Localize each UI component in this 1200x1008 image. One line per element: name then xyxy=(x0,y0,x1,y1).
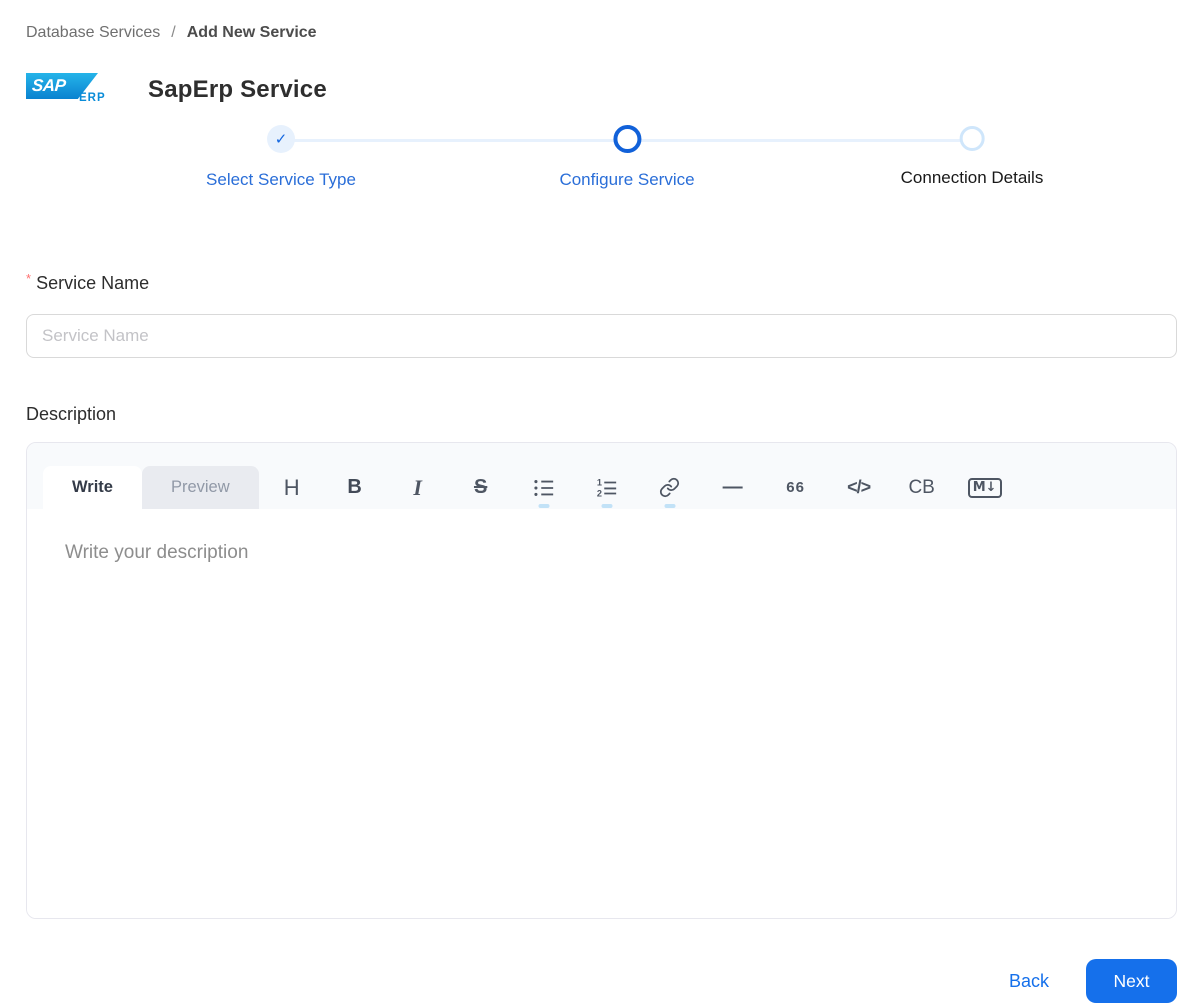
step-label-select-service-type: Select Service Type xyxy=(206,170,356,189)
step-label-connection-details: Connection Details xyxy=(900,168,1044,187)
step-pending-circle xyxy=(959,126,985,151)
tab-preview[interactable]: Preview xyxy=(141,466,259,509)
ordered-list-icon: 1 2 xyxy=(597,477,616,498)
editor-body xyxy=(27,509,1176,918)
step-label-configure-service: Configure Service xyxy=(559,170,695,189)
tab-write[interactable]: Write xyxy=(43,466,142,509)
step-configure-service: Configure Service xyxy=(559,125,695,190)
service-name-label-text: Service Name xyxy=(36,273,150,293)
heading-icon: H xyxy=(283,474,300,500)
page-title: SapErp Service xyxy=(148,76,327,103)
stepper: ✓ Select Service Type Configure Service … xyxy=(26,125,1177,221)
step-completed-circle: ✓ xyxy=(267,125,295,153)
service-name-label: * Service Name xyxy=(26,271,1177,294)
sap-logo-text: SAP xyxy=(31,76,67,95)
quote-icon: 66 xyxy=(786,479,805,496)
markdown-icon: M↓ xyxy=(967,477,1002,498)
next-button[interactable]: Next xyxy=(1086,959,1177,1003)
horizontal-rule-icon: — xyxy=(722,476,743,498)
bold-icon: B xyxy=(347,476,362,498)
sap-logo-erp-text: ERP xyxy=(79,92,106,104)
horizontal-rule-button[interactable]: — xyxy=(713,468,753,508)
inline-code-icon: </> xyxy=(847,477,871,497)
tooltip-artifact xyxy=(538,503,550,508)
description-textarea[interactable] xyxy=(27,509,1176,918)
breadcrumb-database-services[interactable]: Database Services xyxy=(26,24,160,42)
add-service-page: Database Services / Add New Service SAP … xyxy=(0,0,1200,1003)
service-name-input[interactable] xyxy=(26,314,1177,358)
ordered-list-button[interactable]: 1 2 xyxy=(587,468,627,508)
step-active-circle xyxy=(613,125,641,153)
check-icon: ✓ xyxy=(274,130,288,148)
editor-toolbar-bar: Write Preview H B I S 1 2 — 66 </> CB M↓ xyxy=(27,443,1176,509)
back-button[interactable]: Back xyxy=(1009,971,1049,992)
bullet-list-button[interactable] xyxy=(524,468,564,508)
bold-button[interactable]: B xyxy=(335,468,375,508)
markdown-button[interactable]: M↓ xyxy=(965,468,1005,508)
tooltip-artifact xyxy=(601,503,613,508)
step-select-service-type: ✓ Select Service Type xyxy=(206,125,356,190)
breadcrumb-separator: / xyxy=(171,24,176,41)
link-button[interactable] xyxy=(650,468,690,508)
italic-icon: I xyxy=(413,474,422,500)
svg-text:1: 1 xyxy=(597,477,602,487)
inline-code-button[interactable]: </> xyxy=(839,468,879,508)
editor-toolbar: H B I S 1 2 — 66 </> CB M↓ xyxy=(272,466,1005,509)
strikethrough-icon: S xyxy=(473,476,488,498)
breadcrumb: Database Services / Add New Service xyxy=(26,24,1177,42)
footer-actions: Back Next xyxy=(26,959,1177,1003)
code-block-button[interactable]: CB xyxy=(902,468,942,508)
strikethrough-button[interactable]: S xyxy=(461,468,501,508)
service-header: SAP ERP SapErp Service xyxy=(26,69,1177,111)
required-asterisk: * xyxy=(26,271,32,286)
step-connection-details: Connection Details xyxy=(900,125,1044,188)
svg-text:2: 2 xyxy=(597,488,602,498)
breadcrumb-add-new-service: Add New Service xyxy=(186,24,317,41)
sap-erp-logo: SAP ERP xyxy=(26,70,122,110)
italic-button[interactable]: I xyxy=(398,468,438,508)
link-icon xyxy=(660,477,680,498)
quote-button[interactable]: 66 xyxy=(776,468,816,508)
tooltip-artifact xyxy=(664,503,676,508)
bullet-list-icon xyxy=(534,479,553,496)
code-block-icon: CB xyxy=(908,476,935,498)
description-editor: Write Preview H B I S 1 2 — 66 </> CB M↓… xyxy=(26,442,1177,919)
description-label: Description xyxy=(26,404,117,424)
heading-button[interactable]: H xyxy=(272,468,312,508)
